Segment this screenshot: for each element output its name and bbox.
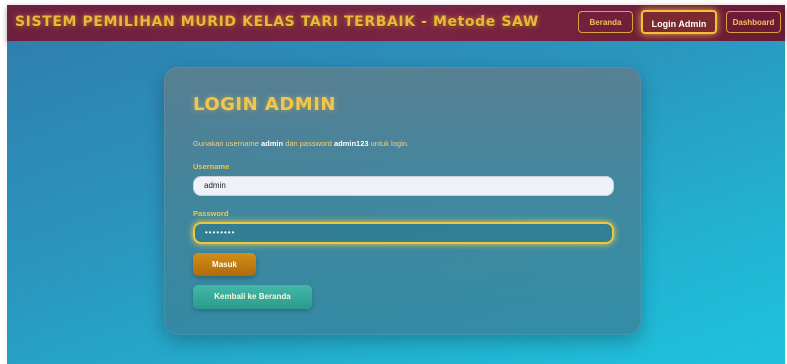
hint-username: admin xyxy=(260,139,284,148)
hint-suffix: untuk login. xyxy=(368,139,409,148)
page: SISTEM PEMILIHAN MURID KELAS TARI TERBAI… xyxy=(0,0,787,364)
nav-dashboard-button[interactable]: Dashboard xyxy=(726,11,781,33)
login-card: LOGIN ADMIN Gunakan username admin dan p… xyxy=(164,67,641,335)
submit-button[interactable]: Masuk xyxy=(193,253,256,276)
login-hint: Gunakan username admin dan password admi… xyxy=(193,139,409,148)
top-header: SISTEM PEMILIHAN MURID KELAS TARI TERBAI… xyxy=(7,5,785,42)
app-title: SISTEM PEMILIHAN MURID KELAS TARI TERBAI… xyxy=(15,14,539,30)
main-content: LOGIN ADMIN Gunakan username admin dan p… xyxy=(7,41,785,364)
back-to-home-button[interactable]: Kembali ke Beranda xyxy=(193,285,312,309)
hint-password: admin123 xyxy=(333,139,369,148)
hint-middle: dan password xyxy=(283,139,334,148)
nav-login-admin-button[interactable]: Login Admin xyxy=(641,10,717,34)
username-input[interactable]: admin xyxy=(193,176,614,196)
password-label: Password xyxy=(193,209,229,218)
hint-prefix: Gunakan username xyxy=(193,139,261,148)
username-label: Username xyxy=(193,162,230,171)
nav-beranda-button[interactable]: Beranda xyxy=(578,11,633,33)
login-title: LOGIN ADMIN xyxy=(193,94,336,115)
password-input[interactable]: •••••••• xyxy=(193,222,614,244)
